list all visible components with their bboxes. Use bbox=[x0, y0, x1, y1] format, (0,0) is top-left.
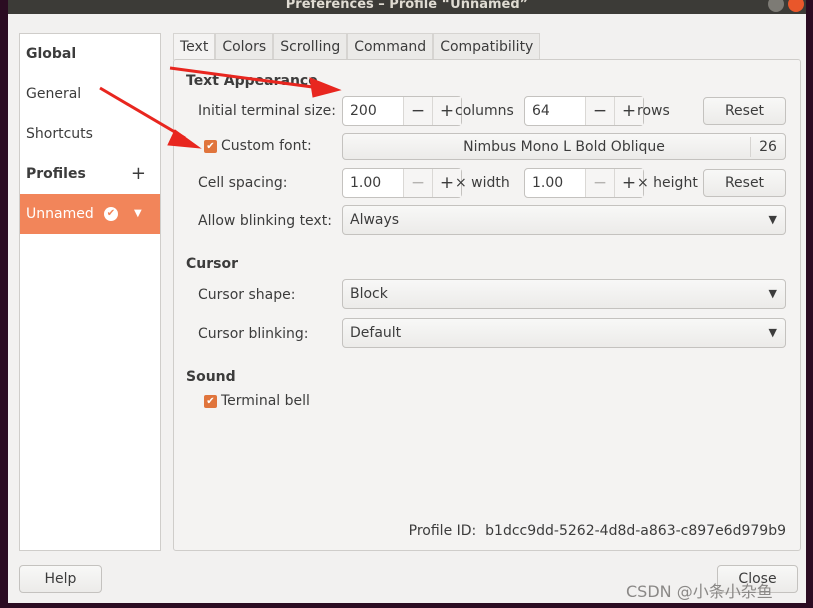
arrow-line bbox=[169, 66, 321, 90]
arrow-line bbox=[99, 86, 186, 140]
arrow-head bbox=[309, 77, 342, 98]
watermark: CSDN @小条小杂鱼 bbox=[626, 582, 773, 601]
annotation-arrows bbox=[99, 66, 342, 149]
arrow-head bbox=[167, 129, 202, 149]
